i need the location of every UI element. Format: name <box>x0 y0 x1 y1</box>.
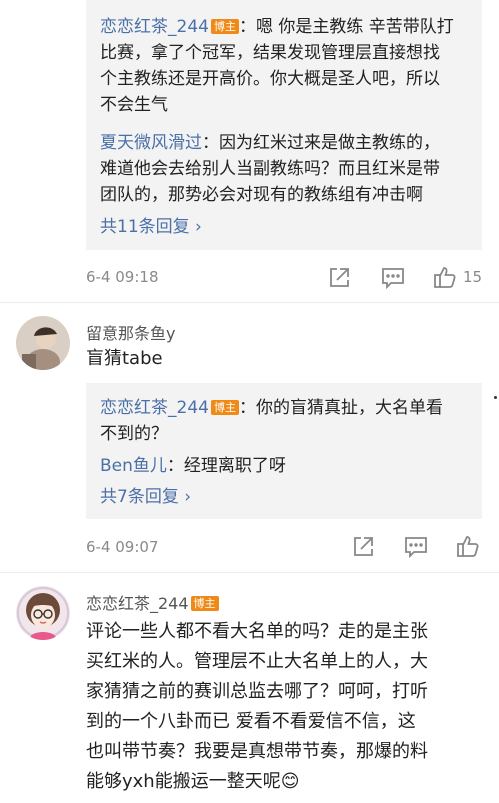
reply-text: 团队的，那势必会对现有的教练组有冲击啊 <box>100 185 423 205</box>
reply-line: 恋恋红茶_244 博主 ：嗯 你是主教练 辛苦带队打 <box>100 14 472 40</box>
reply-text: ：嗯 你是主教练 辛苦带队打 <box>238 17 454 37</box>
reply-line: 夏天微风滑过：因为红米过来是做主教练的， <box>100 130 472 156</box>
comment-icon[interactable] <box>403 534 429 560</box>
reply-line: 恋恋红茶_244 博主 ：你的盲猜真扯，大名单看 <box>100 395 472 421</box>
thumbs-up-icon[interactable] <box>455 533 481 559</box>
share-icon[interactable] <box>326 265 352 291</box>
thumbs-up-icon[interactable] <box>432 264 458 290</box>
comment-text: 家猜猜之前的赛训总监去哪了？呵呵，打听 <box>86 681 428 702</box>
blogger-badge: 博主 <box>210 400 239 415</box>
comment-text: 也叫带节奏？我要是真想带节奏，那爆的料 <box>86 741 428 762</box>
comment-text: 盲猜tabe <box>86 348 163 369</box>
reply-text: 个主教练还是开高价。你大概是圣人吧，所以 <box>100 69 440 89</box>
comment-icon[interactable] <box>380 265 406 291</box>
divider <box>0 302 499 303</box>
reply-author[interactable]: 恋恋红茶_244 <box>100 17 209 37</box>
comment-text: 到的一个八卦而已 爱看不看爱信不信，这 <box>86 711 416 732</box>
scroll-dot <box>494 396 497 399</box>
reply-text: 难道他会去给别人当副教练吗？而且红米是带 <box>100 159 440 179</box>
reply-author[interactable]: 恋恋红茶_244 <box>100 398 209 418</box>
comment-author-line: 恋恋红茶_244 博主 <box>86 590 219 614</box>
reply-box: 恋恋红茶_244 博主 ：你的盲猜真扯，大名单看 不到的？ Ben鱼儿：经理离职了呀… <box>86 383 482 519</box>
more-replies-link[interactable]: 共7条回复 › <box>100 484 472 510</box>
comment-author[interactable]: 恋恋红茶_244 <box>86 594 189 613</box>
avatar[interactable] <box>16 316 70 370</box>
reply-text: 不到的？ <box>100 424 168 444</box>
reply-text: ：经理离职了呀 <box>166 456 286 476</box>
comment-text: 买红米的人。管理层不止大名单上的人，大 <box>86 651 428 672</box>
comment-author[interactable]: 留意那条鱼y <box>86 320 175 344</box>
reply-author[interactable]: 夏天微风滑过 <box>100 133 202 153</box>
more-replies-link[interactable]: 共11条回复 › <box>100 214 472 240</box>
comment-text: 能够yxh能搬运一整天呢😊 <box>86 771 300 792</box>
comment-time: 6-4 09:07 <box>86 538 159 556</box>
reply-text: ：你的盲猜真扯，大名单看 <box>238 398 443 418</box>
reply-text: 不会生气 <box>100 95 168 115</box>
reply-line: Ben鱼儿：经理离职了呀 <box>100 453 472 479</box>
comment-text: 评论一些人都不看大名单的吗？走的是主张 <box>86 621 428 642</box>
reply-author[interactable]: Ben鱼儿 <box>100 456 167 476</box>
avatar[interactable] <box>16 586 70 640</box>
divider <box>0 572 499 573</box>
blogger-badge: 博主 <box>210 19 239 34</box>
blogger-badge: 博主 <box>190 596 219 611</box>
reply-text: ：因为红米过来是做主教练的， <box>202 133 440 153</box>
share-icon[interactable] <box>350 534 376 560</box>
comment-time: 6-4 09:18 <box>86 268 159 286</box>
like-count: 15 <box>463 268 483 286</box>
reply-box: 恋恋红茶_244 博主 ：嗯 你是主教练 辛苦带队打 比赛，拿了个冠军，结果发现管理… <box>86 0 482 250</box>
reply-text: 比赛，拿了个冠军，结果发现管理层直接想找 <box>100 43 440 63</box>
